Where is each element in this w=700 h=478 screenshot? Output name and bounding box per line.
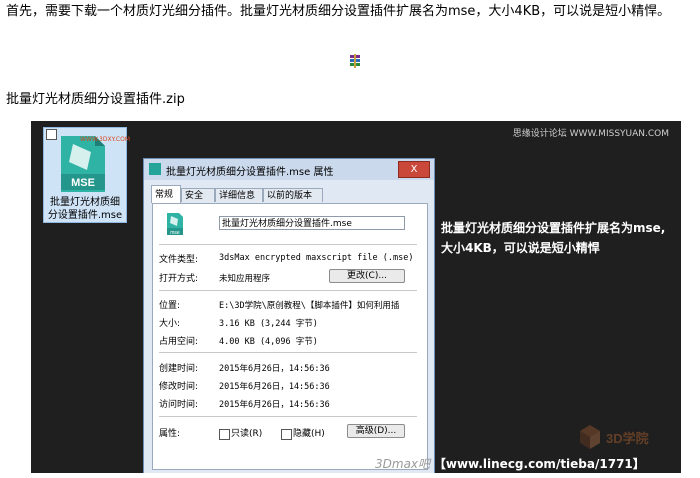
small-icon-caption: mse [170,230,180,236]
size-on-disk-value: 4.00 KB (4,096 字节) [219,337,318,347]
side-caption-line2: 大小4KB，可以说是短小精悍 [441,241,600,255]
file-icon-label-line2: 分设置插件.mse [47,210,123,221]
forum-watermark: 思缘设计论坛 WWW.MISSYUAN.COM [512,129,669,139]
mse-badge-text: MSE [71,177,95,189]
modified-label: 修改时间: [159,382,199,392]
mse-file-icon: MSE [61,136,105,192]
side-caption-line1: 批量灯光材质细分设置插件扩展名为mse, [441,221,666,235]
file-name-field[interactable]: 批量灯光材质细分设置插件.mse [219,216,405,230]
tutorial-screenshot: 思缘设计论坛 WWW.MISSYUAN.COM MSE WWW.3DXY.COM… [31,121,681,473]
created-value: 2015年6月26日，14:56:36 [219,364,330,374]
attributes-label: 属性: [159,429,181,439]
separator [159,244,417,245]
accessed-value: 2015年6月26日，14:56:36 [219,400,330,410]
separator [159,290,417,291]
dialog-titlebar[interactable]: 批量灯光材质细分设置插件.mse 属性 X [144,159,434,180]
close-button[interactable]: X [398,161,430,178]
bottom-caption-prefix: 3Dmax吧 [375,457,431,471]
side-caption: 批量灯光材质细分设置插件扩展名为mse, 大小4KB，可以说是短小精悍 [441,218,681,258]
size-on-disk-label: 占用空间: [159,337,199,347]
readonly-label: 只读(R) [231,429,263,439]
3d-academy-logo: 3D学院 [580,425,649,449]
properties-dialog: 批量灯光材质细分设置插件.mse 属性 X 常规 安全 详细信息 以前的版本 m… [143,158,435,473]
hidden-checkbox[interactable] [281,429,292,440]
mse-file-icon-selected[interactable]: MSE WWW.3DXY.COM 批量灯光材质细 分设置插件.mse [43,127,131,223]
bottom-caption-url[interactable]: 【www.linecg.com/tieba/1771】 [434,457,645,471]
separator [159,352,417,353]
open-with-label: 打开方式: [159,274,199,284]
separator [159,416,417,417]
advanced-button[interactable]: 高级(D)... [347,424,405,438]
file-icon-label-line1: 批量灯光材质细 [50,197,120,208]
tab-details[interactable]: 详细信息 [215,188,263,202]
file-type-icon [149,163,161,175]
site-mark: WWW.3DXY.COM [80,136,131,143]
zip-download-link[interactable]: 批量灯光材质细分设置插件.zip [6,88,185,107]
winrar-archive-icon[interactable] [348,54,362,68]
tab-previous-versions[interactable]: 以前的版本 [263,188,323,202]
file-type-label: 文件类型: [159,255,199,265]
mse-file-icon-small: mse [167,213,183,236]
created-label: 创建时间: [159,364,199,374]
change-button[interactable]: 更改(C)... [329,269,405,283]
open-with-value: 未知应用程序 [219,274,271,284]
logo-text: 3D学院 [606,431,649,446]
readonly-checkbox[interactable] [219,429,230,440]
article-intro-text: 首先，需要下载一个材质灯光细分插件。批量灯光材质细分设置插件扩展名为mse，大小… [6,4,671,19]
modified-value: 2015年6月26日，14:56:36 [219,382,330,392]
general-tab-panel: mse 批量灯光材质细分设置插件.mse 文件类型: 3dsMax encryp… [152,203,428,470]
file-type-value: 3dsMax encrypted maxscript file (.mse) [219,253,414,263]
tab-security[interactable]: 安全 [181,188,215,202]
accessed-label: 访问时间: [159,400,199,410]
hidden-label: 隐藏(H) [293,429,325,439]
tab-general[interactable]: 常规 [151,185,181,203]
size-label: 大小: [159,319,181,329]
bottom-caption: 3Dmax吧 【www.linecg.com/tieba/1771】 [375,455,645,472]
location-label: 位置: [159,301,181,311]
file-icon-label: 批量灯光材质细 分设置插件.mse [44,196,126,222]
dialog-title: 批量灯光材质细分设置插件.mse 属性 [166,167,334,178]
size-value: 3.16 KB (3,244 字节) [219,319,318,329]
location-value: E:\3D学院\原创教程\【脚本插件】如何利用插 [219,301,400,311]
